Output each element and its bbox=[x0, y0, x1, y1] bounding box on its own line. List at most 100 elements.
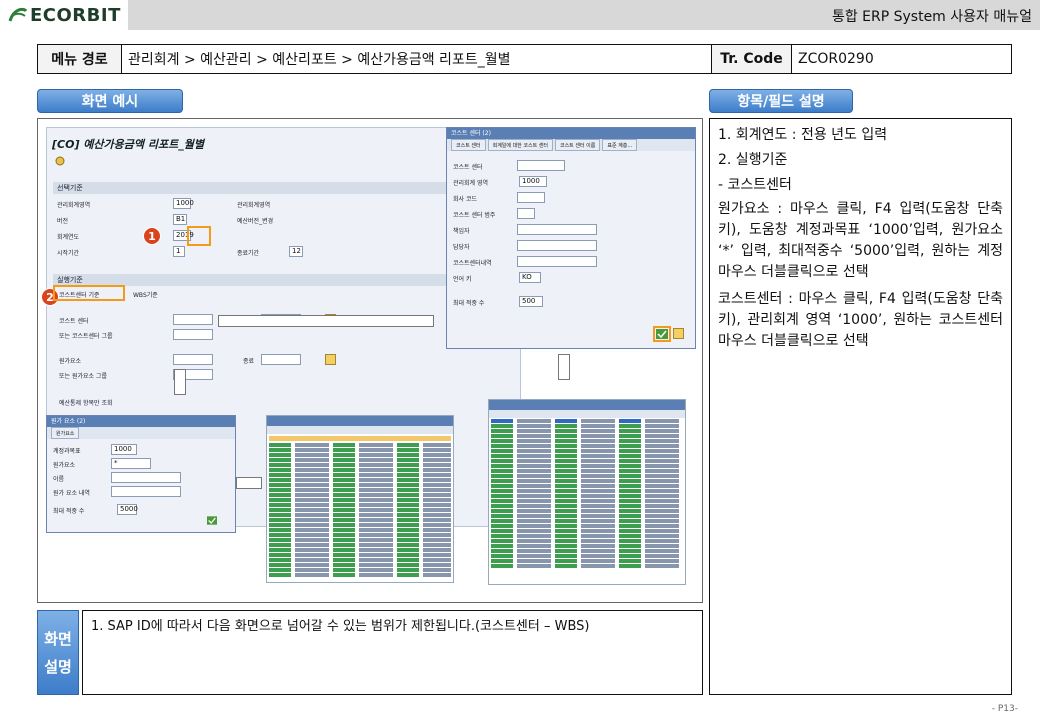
field-description-panel: 1. 회계연도 : 전용 년도 입력 2. 실행기준 - 코스트센터 원가요소 … bbox=[709, 118, 1012, 695]
ce-field-label-4: 원가 요소 내역 bbox=[53, 490, 90, 497]
ce-field-2[interactable]: * bbox=[111, 458, 151, 469]
cc-field-1[interactable] bbox=[517, 160, 565, 171]
page-number: - P13- bbox=[991, 704, 1018, 714]
cost-center-label: 코스트 센터 bbox=[59, 318, 89, 325]
desc-cost-element: 원가요소 : 마우스 클릭, F4 입력(도움창 단축키), 도움창 계정과목표… bbox=[718, 201, 1003, 280]
menu-path-table: 메뉴 경로 관리회계 > 예산관리 > 예산리포트 > 예산가용금액 리포트_월… bbox=[37, 44, 1012, 74]
cc-group-field[interactable] bbox=[173, 329, 213, 340]
ce-confirm-check-icon[interactable] bbox=[207, 516, 217, 525]
ecorbit-logo-icon bbox=[8, 7, 28, 22]
radio-cost-center[interactable]: 코스트센터 기준 bbox=[59, 290, 100, 299]
budget-control-checkbox[interactable]: 예산통제 항목만 조회 bbox=[59, 398, 113, 407]
logo-text: ECORBIT bbox=[30, 5, 121, 26]
step-badge-1: 1 bbox=[143, 227, 161, 245]
cc-tab-2[interactable]: 회계일에 대한 코스트 센터 bbox=[487, 139, 553, 151]
cc-field-3[interactable] bbox=[517, 192, 545, 203]
cc-popup-search-button[interactable] bbox=[673, 328, 684, 339]
cc-field-7[interactable] bbox=[517, 256, 597, 267]
ce-field-label-1: 계정과목표 bbox=[53, 448, 81, 455]
field-description-heading: 항목/필드 설명 bbox=[709, 89, 853, 113]
cost-element-label: 원가요소 bbox=[59, 358, 82, 365]
desc-item-2-sub: - 코스트센터 bbox=[718, 177, 792, 193]
cc-field-5[interactable] bbox=[517, 224, 597, 235]
cc-field-label-6: 담당자 bbox=[453, 244, 470, 251]
cost-element-to-label: 종료 bbox=[243, 358, 255, 365]
ce-field-4[interactable] bbox=[111, 486, 181, 497]
co-area-field[interactable]: 1000 bbox=[173, 198, 194, 209]
cc-field-6[interactable] bbox=[517, 240, 597, 251]
explain-text: 1. SAP ID에 따라서 다음 화면으로 넘어갈 수 있는 범위가 제한됩니… bbox=[91, 619, 590, 634]
menu-path-label: 메뉴 경로 bbox=[38, 45, 122, 73]
co-area-label: 관리회계영역 bbox=[57, 202, 91, 209]
tr-code-label: Tr. Code bbox=[712, 45, 792, 73]
cc-confirm-check-icon[interactable] bbox=[656, 329, 668, 339]
ce-tab-1[interactable]: 원가요소 bbox=[51, 427, 80, 439]
version-field[interactable]: B1 bbox=[173, 214, 187, 225]
screen-explain-tag: 화면 설명 bbox=[37, 610, 79, 695]
cost-element-field[interactable] bbox=[173, 354, 213, 365]
cc-field-9[interactable]: 500 bbox=[519, 296, 543, 307]
cost-center-result-list[interactable] bbox=[488, 399, 686, 585]
cost-center-field[interactable] bbox=[173, 314, 213, 325]
cc-popup-tabs: 코스트 센터 회계일에 대한 코스트 센터 코스트 센터 이름 표준 계층... bbox=[447, 139, 695, 151]
ce-field-label-5: 최대 적중 수 bbox=[53, 508, 85, 515]
header-bar: ECORBIT 통합 ERP System 사용자 매뉴얼 bbox=[0, 0, 1040, 30]
cc-group-label: 또는 코스트센터 그룹 bbox=[59, 333, 113, 340]
flow-arrow-right-1 bbox=[218, 315, 434, 327]
end-period-field[interactable]: 12 bbox=[289, 246, 303, 257]
ce-popup-tabs: 원가요소 bbox=[47, 427, 235, 439]
flow-arrow-down-2 bbox=[558, 354, 570, 380]
co-area-name: 관리회계영역 bbox=[237, 202, 271, 209]
flow-arrow-down-1 bbox=[174, 369, 186, 395]
menu-path-value: 관리회계 > 예산관리 > 예산리포트 > 예산가용금액 리포트_월별 bbox=[122, 45, 712, 73]
cost-element-result-list[interactable] bbox=[266, 415, 454, 583]
cc-field-2[interactable]: 1000 bbox=[519, 176, 547, 187]
version-label: 버전 bbox=[57, 218, 69, 225]
start-period-field[interactable]: 1 bbox=[173, 246, 185, 257]
cc-field-label-9: 최대 적중 수 bbox=[453, 300, 485, 307]
flow-arrow-right-2 bbox=[236, 477, 262, 489]
ce-popup-title: 원가 요소 (2) bbox=[47, 416, 235, 427]
cost-element-search-popup: 원가 요소 (2) 원가요소 계정과목표 1000 원가요소 * 이름 원가 요… bbox=[46, 415, 236, 533]
version-name: 예산버전_변경 bbox=[237, 218, 274, 225]
cc-field-label-2: 관리회계 영역 bbox=[453, 180, 489, 187]
explain-tag-line-1: 화면 bbox=[44, 629, 72, 648]
screen-example-heading: 화면 예시 bbox=[37, 89, 183, 113]
ce-field-1[interactable]: 1000 bbox=[111, 444, 137, 455]
cc-field-8[interactable]: KO bbox=[519, 272, 541, 283]
cost-element-multi-select-button[interactable] bbox=[325, 354, 336, 365]
tr-code-value: ZCOR0290 bbox=[798, 51, 874, 67]
ce-field-label-3: 이름 bbox=[53, 476, 65, 483]
sap-screen-title: [CO] 예산가용금액 리포트_월별 bbox=[52, 138, 204, 151]
desc-item-2: 2. 실행기준 bbox=[718, 152, 788, 168]
desc-cost-center: 코스트센터 : 마우스 클릭, F4 입력(도움창 단축키), 관리회계 영역 … bbox=[718, 291, 1003, 349]
start-period-label: 시작기간 bbox=[57, 250, 80, 257]
end-period-label: 종료기간 bbox=[237, 250, 260, 257]
cc-field-label-4: 코스트 센터 범주 bbox=[453, 212, 496, 219]
explain-tag-line-2: 설명 bbox=[44, 657, 72, 676]
cc-field-4[interactable] bbox=[517, 208, 535, 219]
cc-popup-title: 코스트 센터 (2) bbox=[447, 128, 695, 139]
cc-field-label-8: 언어 키 bbox=[453, 276, 472, 283]
cc-field-label-3: 회사 코드 bbox=[453, 196, 477, 203]
cc-tab-4[interactable]: 표준 계층... bbox=[602, 139, 638, 151]
fiscal-year-label: 회계연도 bbox=[57, 234, 80, 241]
ce-field-5[interactable]: 5000 bbox=[117, 504, 138, 515]
logo: ECORBIT bbox=[0, 0, 128, 30]
cc-field-label-7: 코스트센터내역 bbox=[453, 260, 492, 267]
cc-tab-1[interactable]: 코스트 센터 bbox=[451, 139, 486, 151]
cost-element-to-field[interactable] bbox=[261, 354, 301, 365]
screen-example-frame: [CO] 예산가용금액 리포트_월별 선택기준 관리회계영역 1000 관리회계… bbox=[37, 118, 703, 603]
screen-explain-box: 1. SAP ID에 따라서 다음 화면으로 넘어갈 수 있는 범위가 제한됩니… bbox=[82, 610, 703, 695]
cc-field-label-5: 책임자 bbox=[453, 228, 470, 235]
cost-center-search-popup: 코스트 센터 (2) 코스트 센터 회계일에 대한 코스트 센터 코스트 센터 … bbox=[446, 127, 696, 349]
radio-wbs[interactable]: WBS기준 bbox=[133, 290, 158, 299]
fiscal-year-highlight bbox=[187, 226, 211, 246]
ce-field-3[interactable] bbox=[111, 472, 181, 483]
cc-tab-3[interactable]: 코스트 센터 이름 bbox=[554, 139, 601, 151]
desc-item-1: 1. 회계연도 : 전용 년도 입력 bbox=[718, 127, 888, 143]
ce-group-label: 또는 원가요소 그룹 bbox=[59, 373, 107, 380]
execute-icon[interactable] bbox=[55, 156, 65, 166]
cc-field-label-1: 코스트 센터 bbox=[453, 164, 483, 171]
document-title: 통합 ERP System 사용자 매뉴얼 bbox=[831, 9, 1032, 25]
